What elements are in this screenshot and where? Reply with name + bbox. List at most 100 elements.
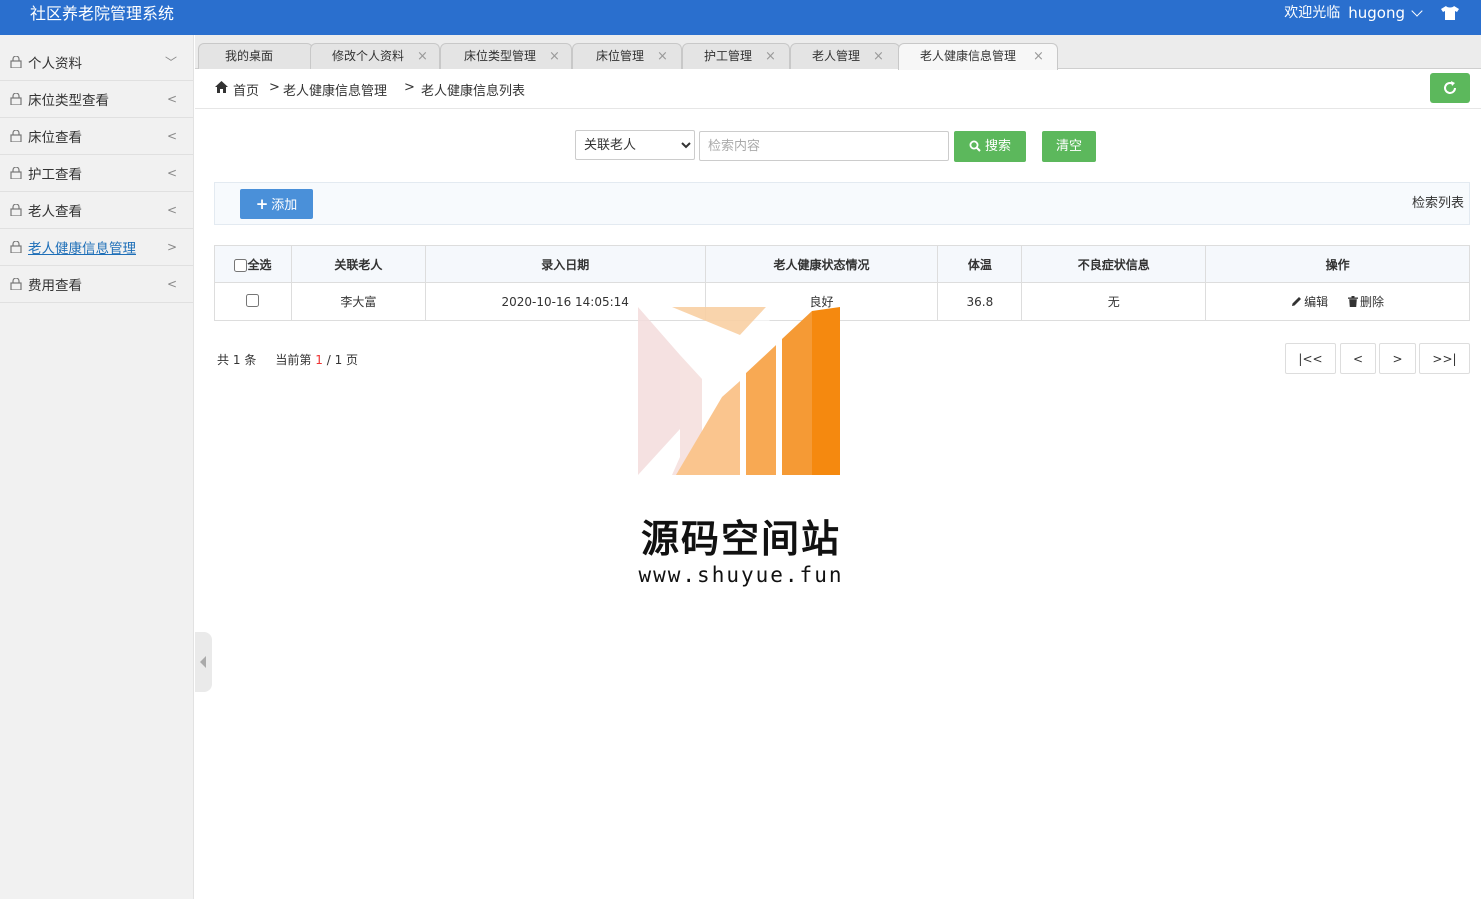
edit-label: 编辑 [1304, 295, 1329, 309]
chevron-down-icon: ﹀ [164, 55, 177, 69]
select-all-checkbox[interactable] [234, 258, 248, 272]
page-count: / 1 [326, 353, 343, 367]
sidebar-item-label: 老人查看 [28, 204, 82, 220]
column-header: 不良症状信息 [1021, 245, 1207, 283]
lock-icon [10, 93, 22, 105]
sidebar-item-label: 费用查看 [28, 278, 82, 294]
tab-elder-manage[interactable]: 老人管理 × [790, 43, 900, 69]
sidebar-item-elder-health[interactable]: 老人健康信息管理 > [0, 229, 193, 266]
sidebar-collapse-handle[interactable] [195, 632, 212, 692]
chevron-down-icon[interactable] [1411, 5, 1423, 17]
tab-label: 床位类型管理 [464, 49, 537, 63]
search-button[interactable]: 搜索 [954, 131, 1026, 162]
close-icon[interactable]: × [765, 44, 776, 69]
close-icon[interactable]: × [657, 44, 668, 69]
first-page-button[interactable]: |<< [1285, 343, 1336, 374]
tab-edit-profile[interactable]: 修改个人资料 × [310, 43, 440, 69]
tab-bed-type-manage[interactable]: 床位类型管理 × [440, 43, 572, 69]
tab-bar: 我的桌面 修改个人资料 × 床位类型管理 × 床位管理 × 护工管理 × 老人管… [195, 35, 1481, 70]
sidebar-item-bed-types[interactable]: 床位类型查看 < [0, 81, 193, 118]
tab-elder-health-manage[interactable]: 老人健康信息管理 × [898, 43, 1058, 70]
close-icon[interactable]: × [873, 44, 884, 69]
lock-icon [10, 278, 22, 290]
cell-elder: 李大富 [290, 282, 426, 321]
close-icon[interactable]: × [549, 44, 560, 69]
last-page-button[interactable]: >>| [1419, 343, 1470, 374]
delete-button[interactable]: 删除 [1347, 293, 1384, 310]
chevron-right-icon: > [166, 240, 177, 254]
lock-icon [10, 167, 22, 179]
user-name[interactable]: hugong [1348, 5, 1405, 21]
sidebar-item-caregivers[interactable]: 护工查看 < [0, 155, 193, 192]
sidebar-item-label: 护工查看 [28, 167, 82, 183]
watermark-url: www.shuyue.fun [638, 563, 844, 587]
search-button-label: 搜索 [984, 139, 1011, 154]
column-header: 操作 [1205, 245, 1470, 283]
clear-button[interactable]: 清空 [1042, 131, 1096, 162]
total-prefix: 共 [217, 353, 230, 367]
chevron-left-icon: < [166, 129, 177, 143]
column-header: 录入日期 [424, 245, 706, 283]
search-field-select[interactable]: 关联老人 [575, 130, 695, 160]
refresh-icon [1444, 81, 1456, 94]
tab-label: 修改个人资料 [332, 49, 405, 63]
lock-icon [10, 241, 22, 253]
tab-caregiver-manage[interactable]: 护工管理 × [682, 43, 790, 69]
total-suffix: 条 [244, 353, 257, 367]
tab-bed-manage[interactable]: 床位管理 × [572, 43, 682, 69]
current-page: 1 [315, 353, 323, 367]
add-button[interactable]: + 添加 [240, 189, 313, 219]
column-header: 体温 [937, 245, 1023, 283]
column-header: 关联老人 [290, 245, 426, 283]
sidebar-item-fees[interactable]: 费用查看 < [0, 266, 193, 303]
sidebar-item-beds[interactable]: 床位查看 < [0, 118, 193, 155]
sidebar-item-profile[interactable]: 个人资料 ﹀ [0, 35, 193, 81]
cell-symptom: 无 [1021, 282, 1207, 321]
watermark-title: 源码空间站 [640, 517, 841, 561]
breadcrumb: 首页 > 老人健康信息管理 > 老人健康信息列表 [195, 69, 1481, 109]
add-button-label: 添加 [271, 198, 298, 213]
user-menu[interactable]: 欢迎光临 hugong [1284, 5, 1423, 21]
breadcrumb-home[interactable]: 首页 [233, 80, 259, 99]
pager-info: 共 1 条 当前第 1 / 1 页 [217, 351, 358, 368]
sidebar-item-elders[interactable]: 老人查看 < [0, 192, 193, 229]
chevron-left-icon: < [166, 166, 177, 180]
list-toolbar: + 添加 检索列表 [214, 182, 1470, 225]
tab-desktop[interactable]: 我的桌面 [198, 43, 313, 69]
table-header-row: 全选 关联老人 录入日期 老人健康状态情况 体温 不良症状信息 操作 [214, 245, 1470, 283]
welcome-text: 欢迎光临 [1284, 5, 1341, 21]
tab-label: 老人健康信息管理 [920, 49, 1017, 63]
lock-icon [10, 55, 22, 68]
close-icon[interactable]: × [1033, 44, 1044, 69]
close-icon[interactable]: × [417, 44, 428, 69]
breadcrumb-level1[interactable]: 老人健康信息管理 [283, 80, 387, 99]
breadcrumb-level2: 老人健康信息列表 [421, 84, 526, 99]
lock-icon [10, 204, 22, 216]
total-count: 1 [232, 353, 241, 367]
select-all-header: 全选 [214, 245, 292, 283]
chevron-left-icon: < [166, 277, 177, 291]
search-icon [969, 140, 981, 152]
edit-button[interactable]: 编辑 [1291, 293, 1328, 310]
watermark-logo [638, 307, 840, 475]
row-select-cell [214, 282, 292, 321]
search-input[interactable] [699, 131, 949, 161]
row-checkbox[interactable] [246, 293, 260, 307]
refresh-button[interactable] [1430, 73, 1470, 103]
home-icon [215, 81, 228, 93]
page-suffix: 页 [346, 353, 359, 367]
next-page-button[interactable]: > [1379, 343, 1416, 374]
tshirt-icon[interactable] [1441, 6, 1459, 20]
sidebar-item-label[interactable]: 老人健康信息管理 [28, 237, 136, 257]
sidebar-item-label: 个人资料 [28, 55, 82, 72]
prev-page-button[interactable]: < [1340, 343, 1376, 374]
tab-label: 我的桌面 [225, 49, 274, 63]
app-title: 社区养老院管理系统 [30, 4, 175, 23]
breadcrumb-separator: > [404, 80, 415, 95]
plus-icon: + [255, 195, 269, 213]
tab-label: 老人管理 [812, 49, 861, 63]
trash-icon [1347, 296, 1358, 307]
sidebar-item-label: 床位类型查看 [28, 93, 109, 109]
cell-temperature: 36.8 [937, 282, 1023, 321]
lock-icon [10, 130, 22, 142]
